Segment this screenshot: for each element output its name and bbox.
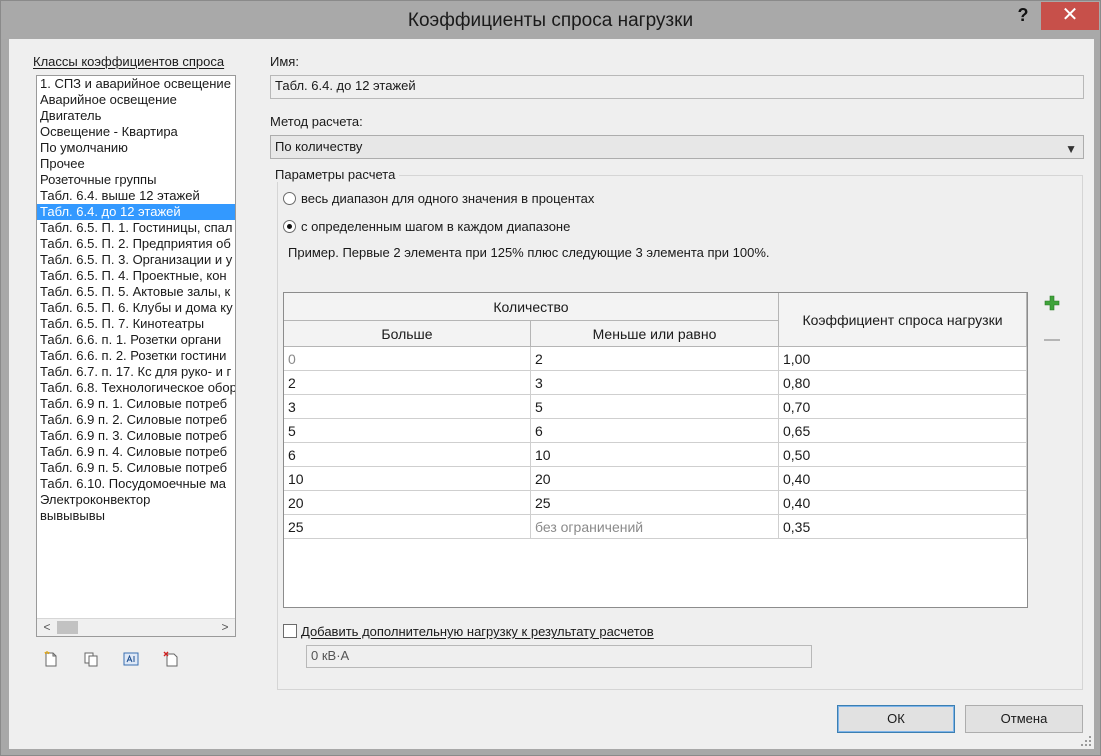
header-quantity: Количество [284,293,779,321]
title-bar[interactable]: Коэффициенты спроса нагрузки ? ✕ [1,1,1100,39]
list-item[interactable]: Табл. 6.4. до 12 этажей [37,204,235,220]
method-label: Метод расчета: [270,114,363,129]
list-item[interactable]: Табл. 6.4. выше 12 этажей [37,188,235,204]
example-text: Пример. Первые 2 элемента при 125% плюс … [288,245,770,260]
extra-load-input[interactable]: 0 кВ·А [306,645,812,668]
name-label: Имя: [270,54,299,69]
table-cell-more[interactable]: 10 [284,467,531,491]
radio-step[interactable] [283,220,296,233]
horizontal-scrollbar[interactable]: < > [37,618,235,636]
scroll-right-icon[interactable]: > [216,619,234,636]
close-button[interactable]: ✕ [1041,2,1099,30]
radio-percent[interactable] [283,192,296,205]
coefficients-table[interactable]: Количество Больше Меньше или равно Коэфф… [283,292,1028,608]
delete-class-icon[interactable] [163,651,179,667]
radio-percent-label[interactable]: весь диапазон для одного значения в проц… [301,191,594,206]
table-cell-coef[interactable]: 0,35 [779,515,1027,539]
remove-row-icon[interactable] [1044,339,1060,341]
method-value: По количеству [275,139,363,154]
table-cell-more[interactable]: 6 [284,443,531,467]
table-cell-less[interactable]: 25 [531,491,779,515]
chevron-down-icon[interactable]: ▼ [1065,138,1077,160]
list-item[interactable]: Табл. 6.6. п. 2. Розетки гостини [37,348,235,364]
classes-list: 1. СПЗ и аварийное освещение Аварийное ос… [37,76,235,524]
cancel-button[interactable]: Отмена [965,705,1083,733]
table-cell-more[interactable]: 25 [284,515,531,539]
list-item[interactable]: Табл. 6.5. П. 3. Организации и у [37,252,235,268]
list-item[interactable]: Табл. 6.5. П. 1. Гостиницы, спал [37,220,235,236]
list-item[interactable]: Табл. 6.5. П. 2. Предприятия об [37,236,235,252]
list-item[interactable]: Табл. 6.10. Посудомоечные ма [37,476,235,492]
table-cell-less[interactable]: без ограничений [531,515,779,539]
scrollbar-thumb[interactable] [57,621,78,634]
table-cell-coef[interactable]: 1,00 [779,347,1027,371]
table-cell-less[interactable]: 5 [531,395,779,419]
table-cell-coef[interactable]: 0,65 [779,419,1027,443]
table-cell-coef[interactable]: 0,40 [779,491,1027,515]
method-select[interactable]: По количеству ▼ [270,135,1084,159]
classes-label: Классы коэффициентов спроса [33,54,225,69]
add-row-icon[interactable] [1044,295,1060,311]
list-item[interactable]: Табл. 6.9 п. 2. Силовые потреб [37,412,235,428]
dialog-window: Коэффициенты спроса нагрузки ? ✕ Классы … [0,0,1101,756]
table-cell-coef[interactable]: 0,50 [779,443,1027,467]
extra-load-checkbox[interactable] [283,624,297,638]
list-item[interactable]: Табл. 6.6. п. 1. Розетки органи [37,332,235,348]
list-item[interactable]: Табл. 6.5. П. 7. Кинотеатры [37,316,235,332]
help-button[interactable]: ? [1013,5,1033,29]
table-cell-more[interactable]: 2 [284,371,531,395]
list-item[interactable]: Табл. 6.5. П. 5. Актовые залы, к [37,284,235,300]
list-item[interactable]: Табл. 6.9 п. 3. Силовые потреб [37,428,235,444]
table-cell-more[interactable]: 3 [284,395,531,419]
list-item[interactable]: Табл. 6.5. П. 4. Проектные, кон [37,268,235,284]
list-item[interactable]: Двигатель [37,108,235,124]
table-cell-less[interactable]: 20 [531,467,779,491]
list-item[interactable]: Розеточные группы [37,172,235,188]
list-item[interactable]: Табл. 6.9 п. 4. Силовые потреб [37,444,235,460]
header-coef[interactable]: Коэффициент спроса нагрузки [779,293,1027,347]
list-item[interactable]: Табл. 6.8. Технологическое обор [37,380,235,396]
table-cell-more[interactable]: 0 [284,347,531,371]
window-title: Коэффициенты спроса нагрузки [407,10,694,31]
params-label: Параметры расчета [275,167,400,182]
ok-button[interactable]: ОК [837,705,955,733]
table-cell-less[interactable]: 3 [531,371,779,395]
list-item[interactable]: По умолчанию [37,140,235,156]
name-input[interactable]: Табл. 6.4. до 12 этажей [270,75,1084,99]
dialog-body: Классы коэффициентов спроса 1. СПЗ и ава… [9,39,1094,749]
list-item[interactable]: Аварийное освещение [37,92,235,108]
list-item[interactable]: Табл. 6.9 п. 1. Силовые потреб [37,396,235,412]
table-cell-more[interactable]: 20 [284,491,531,515]
list-item[interactable]: 1. СПЗ и аварийное освещение [37,76,235,92]
header-more[interactable]: Больше [284,321,531,347]
table-cell-less[interactable]: 6 [531,419,779,443]
list-item[interactable]: Табл. 6.5. П. 6. Клубы и дома ку [37,300,235,316]
table-cell-coef[interactable]: 0,70 [779,395,1027,419]
table-cell-more[interactable]: 5 [284,419,531,443]
list-item[interactable]: Табл. 6.7. п. 17. Кс для руко- и г [37,364,235,380]
header-less[interactable]: Меньше или равно [531,321,779,347]
table-cell-coef[interactable]: 0,40 [779,467,1027,491]
radio-step-label[interactable]: с определенным шагом в каждом диапазоне [301,219,570,234]
list-item[interactable]: вывывывы [37,508,235,524]
rename-icon[interactable] [123,651,139,667]
table-cell-coef[interactable]: 0,80 [779,371,1027,395]
new-class-icon[interactable] [43,651,59,667]
resize-grip-icon[interactable] [1080,735,1092,747]
scroll-left-icon[interactable]: < [38,619,56,636]
list-item[interactable]: Табл. 6.9 п. 5. Силовые потреб [37,460,235,476]
list-item[interactable]: Электроконвектор [37,492,235,508]
duplicate-icon[interactable] [83,651,99,667]
list-item[interactable]: Освещение - Квартира [37,124,235,140]
extra-load-label[interactable]: Добавить дополнительную нагрузку к резул… [301,624,654,639]
table-cell-less[interactable]: 10 [531,443,779,467]
classes-listbox[interactable]: 1. СПЗ и аварийное освещение Аварийное ос… [36,75,236,637]
list-item[interactable]: Прочее [37,156,235,172]
table-cell-less[interactable]: 2 [531,347,779,371]
